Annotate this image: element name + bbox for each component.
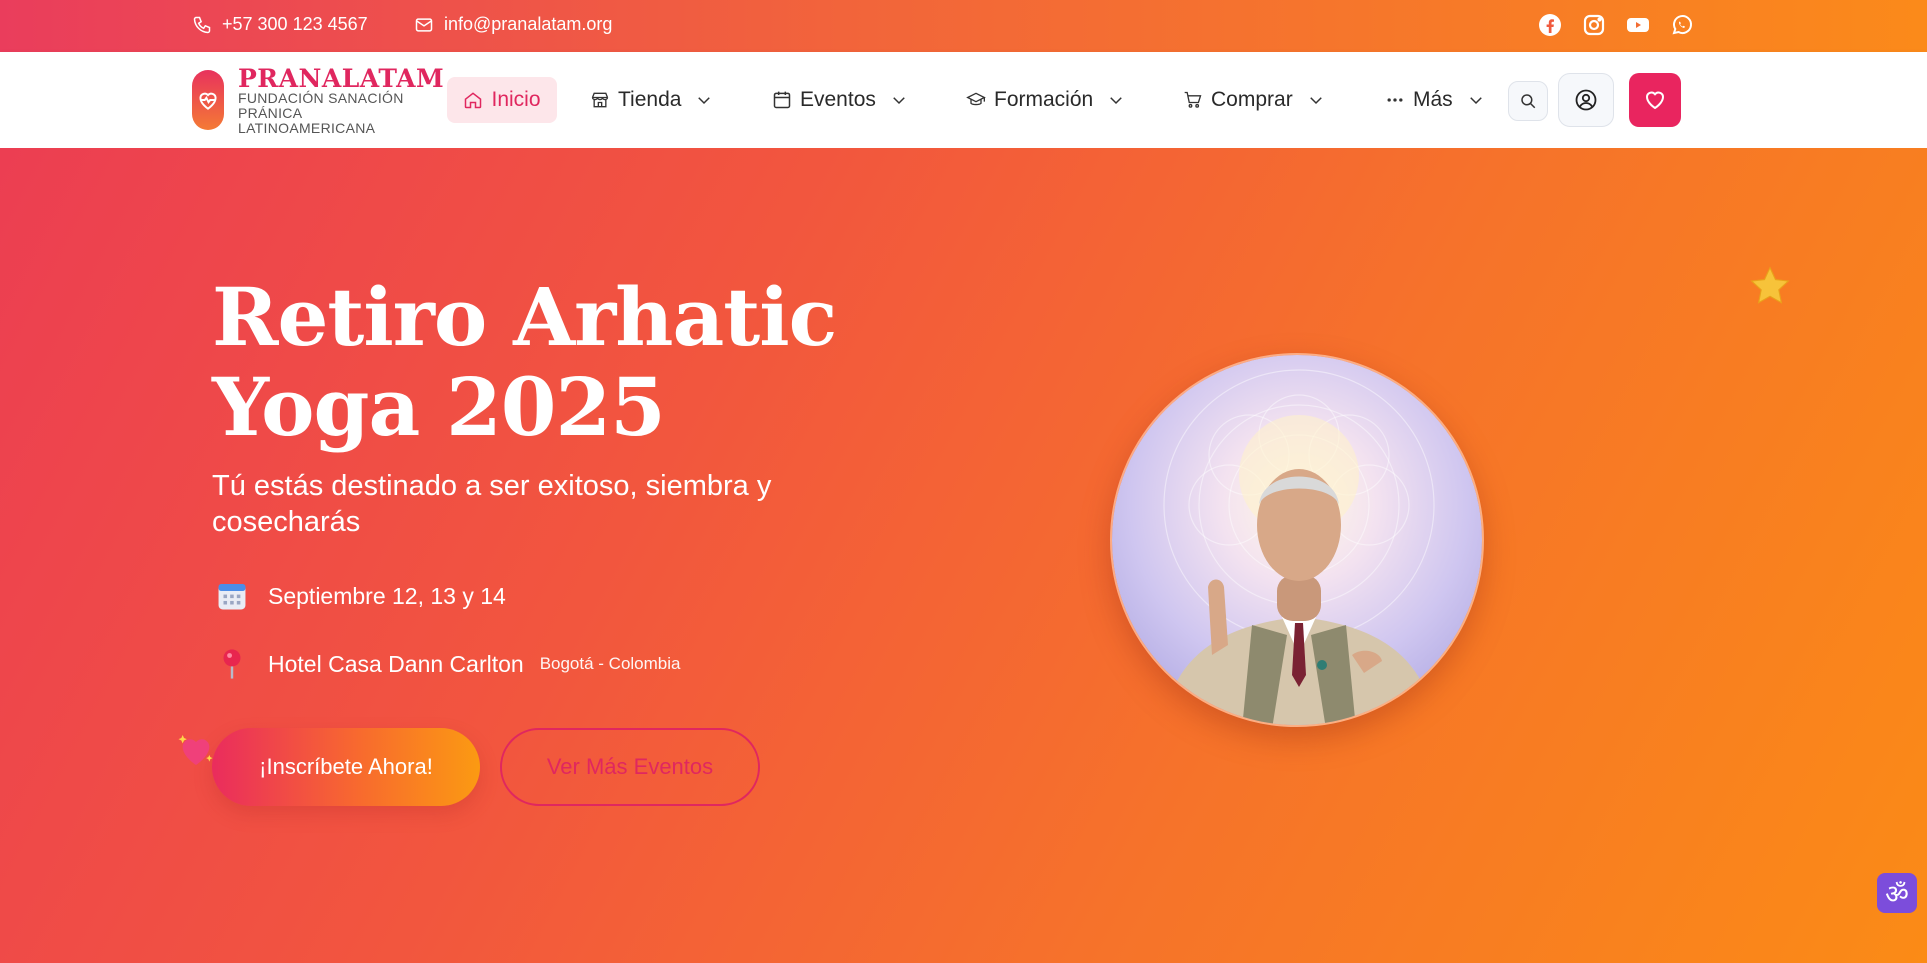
chevron-down-icon (698, 97, 711, 105)
event-city: Bogotá - Colombia (539, 654, 681, 673)
heart-pulse-icon (199, 92, 217, 110)
store-icon (591, 92, 609, 108)
youtube-icon[interactable] (1625, 12, 1651, 38)
phone-icon (193, 16, 211, 33)
nav-label: Formación (994, 88, 1094, 111)
chevron-down-icon (893, 97, 905, 105)
event-venue: Hotel Casa Dann Carlton (268, 650, 524, 677)
social-links (1537, 12, 1695, 38)
nav-label: Inicio (491, 88, 541, 111)
nav-comprar[interactable]: Comprar (1183, 77, 1325, 123)
mail-icon (415, 17, 433, 32)
graduation-cap-icon (966, 92, 986, 106)
nav-mas[interactable]: Más (1385, 77, 1485, 123)
hero-subtitle: Tú estás destinado a ser exitoso, siembr… (212, 470, 772, 538)
event-date: Septiembre 12, 13 y 14 (212, 576, 506, 616)
account-button[interactable] (1558, 73, 1614, 127)
top-contact-bar: +57 300 123 4567 info@pranalatam.org (0, 0, 1927, 52)
email-contact[interactable]: info@pranalatam.org (414, 14, 612, 35)
nav-inicio[interactable]: Inicio (447, 77, 557, 123)
cart-icon (1184, 91, 1202, 108)
more-dots-icon (1387, 98, 1403, 102)
om-symbol-badge[interactable]: ॐ (1877, 873, 1917, 913)
main-navbar: PRANALATAM FUNDACIÓN SANACIÓN PRÁNICA LA… (0, 52, 1927, 148)
heart-icon (1645, 91, 1665, 110)
home-icon (465, 92, 482, 109)
hero-title: Retiro Arhatic Yoga 2025 (212, 270, 837, 454)
search-icon (1521, 94, 1536, 109)
user-icon (1575, 89, 1597, 111)
donate-button[interactable] (1629, 73, 1681, 127)
star-icon (1750, 266, 1790, 304)
nav-formacion[interactable]: Formación (966, 77, 1125, 123)
hero-section: Retiro Arhatic Yoga 2025 Tú estás destin… (0, 148, 1927, 963)
instagram-icon[interactable] (1581, 12, 1607, 38)
nav-label: Eventos (800, 88, 876, 111)
map-pin-icon (212, 644, 252, 684)
brand-name[interactable]: PRANALATAM (238, 64, 444, 93)
search-button[interactable] (1508, 81, 1548, 121)
event-location: Hotel Casa Dann Carlton Bogotá - Colombi… (212, 644, 681, 684)
phone-contact[interactable]: +57 300 123 4567 (192, 14, 368, 35)
brand-logo[interactable] (192, 70, 224, 130)
phone-number: +57 300 123 4567 (222, 14, 368, 34)
facebook-icon[interactable] (1537, 12, 1563, 38)
nav-eventos[interactable]: Eventos (772, 77, 908, 123)
master-portrait-image (1110, 353, 1484, 727)
chevron-down-icon (1110, 97, 1122, 105)
nav-label: Tienda (618, 88, 682, 111)
register-now-button[interactable]: ¡Inscríbete Ahora! (212, 728, 480, 806)
brand-subtitle: FUNDACIÓN SANACIÓN PRÁNICA LATINOAMERICA… (238, 90, 404, 136)
nav-label: Comprar (1211, 88, 1293, 111)
event-date-text: Septiembre 12, 13 y 14 (268, 582, 506, 609)
calendar-icon (212, 576, 252, 616)
chevron-down-icon (1309, 97, 1322, 105)
chevron-down-icon (1469, 97, 1482, 105)
calendar-icon (773, 91, 791, 109)
whatsapp-icon[interactable] (1669, 12, 1695, 38)
more-events-button[interactable]: Ver Más Eventos (500, 728, 760, 806)
nav-tienda[interactable]: Tienda (590, 77, 713, 123)
email-address: info@pranalatam.org (444, 14, 613, 34)
sparkling-heart-icon (178, 735, 213, 765)
nav-label: Más (1413, 88, 1453, 111)
